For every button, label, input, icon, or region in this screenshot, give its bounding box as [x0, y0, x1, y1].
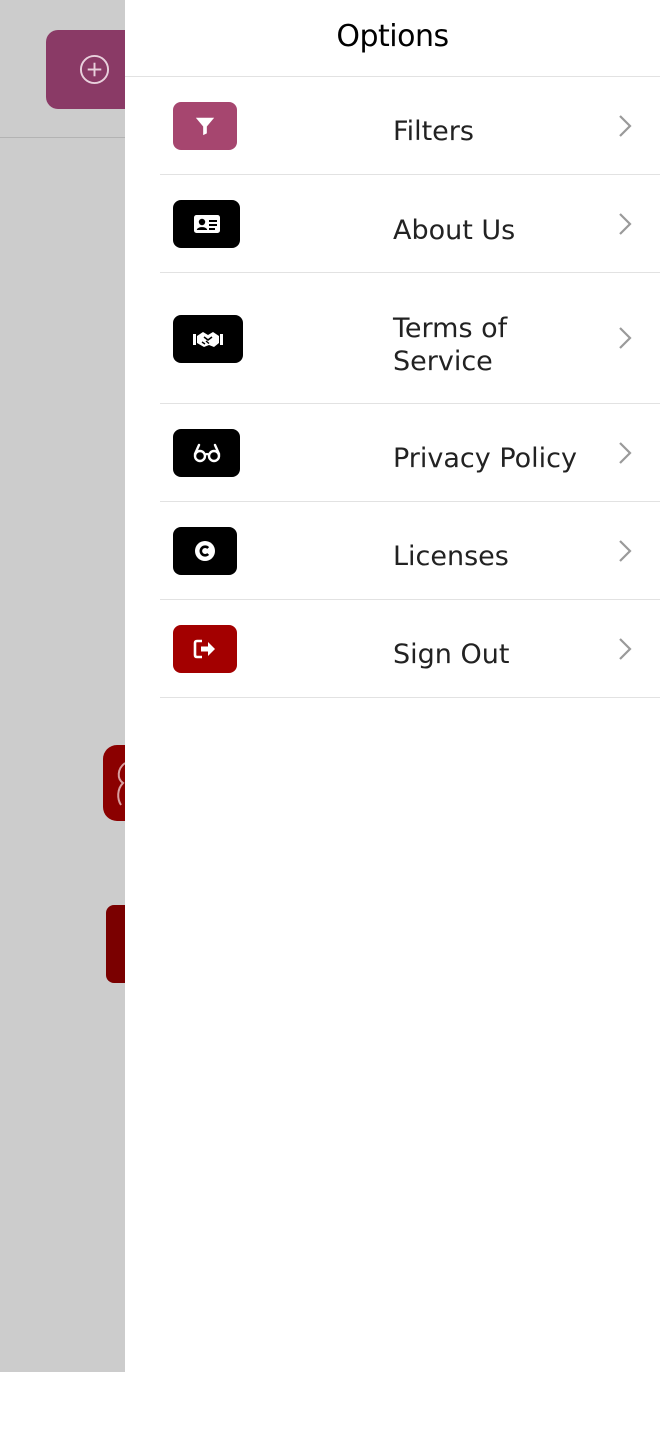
menu-item-about-us[interactable]: About Us — [160, 175, 660, 273]
options-drawer: Options Filters About Us Terms of Servic… — [125, 0, 660, 1372]
filter-icon — [173, 102, 237, 150]
menu-item-filters[interactable]: Filters — [160, 77, 660, 175]
glasses-icon — [173, 429, 240, 477]
chevron-right-icon — [619, 540, 632, 562]
menu-item-label: Terms of Service — [393, 313, 508, 377]
chevron-right-icon — [619, 115, 632, 137]
menu-item-label: Privacy Policy — [393, 443, 578, 474]
menu-item-label: Sign Out — [393, 639, 510, 670]
drawer-title: Options — [336, 18, 449, 54]
id-card-icon — [173, 200, 240, 248]
chevron-right-icon — [619, 638, 632, 660]
copyright-icon — [173, 527, 237, 575]
menu-item-label: Filters — [393, 116, 474, 147]
menu-item-sign-out[interactable]: Sign Out — [160, 600, 660, 698]
chevron-right-icon — [619, 213, 632, 235]
menu-item-terms-of-service[interactable]: Terms of Service — [160, 273, 660, 404]
chevron-right-icon — [619, 327, 632, 349]
background-overlay[interactable] — [0, 0, 166, 1372]
chevron-right-icon — [619, 442, 632, 464]
menu-item-label: About Us — [393, 215, 516, 246]
menu-item-licenses[interactable]: Licenses — [160, 502, 660, 600]
options-menu: Filters About Us Terms of Service Privac… — [160, 77, 660, 698]
menu-item-privacy-policy[interactable]: Privacy Policy — [160, 404, 660, 502]
handshake-icon — [173, 315, 243, 363]
menu-item-label: Licenses — [393, 541, 509, 572]
plus-circle-icon — [79, 54, 110, 85]
drawer-header: Options — [125, 0, 660, 77]
sign-out-icon — [173, 625, 237, 673]
app-screen: Options Filters About Us Terms of Servic… — [0, 0, 660, 1429]
